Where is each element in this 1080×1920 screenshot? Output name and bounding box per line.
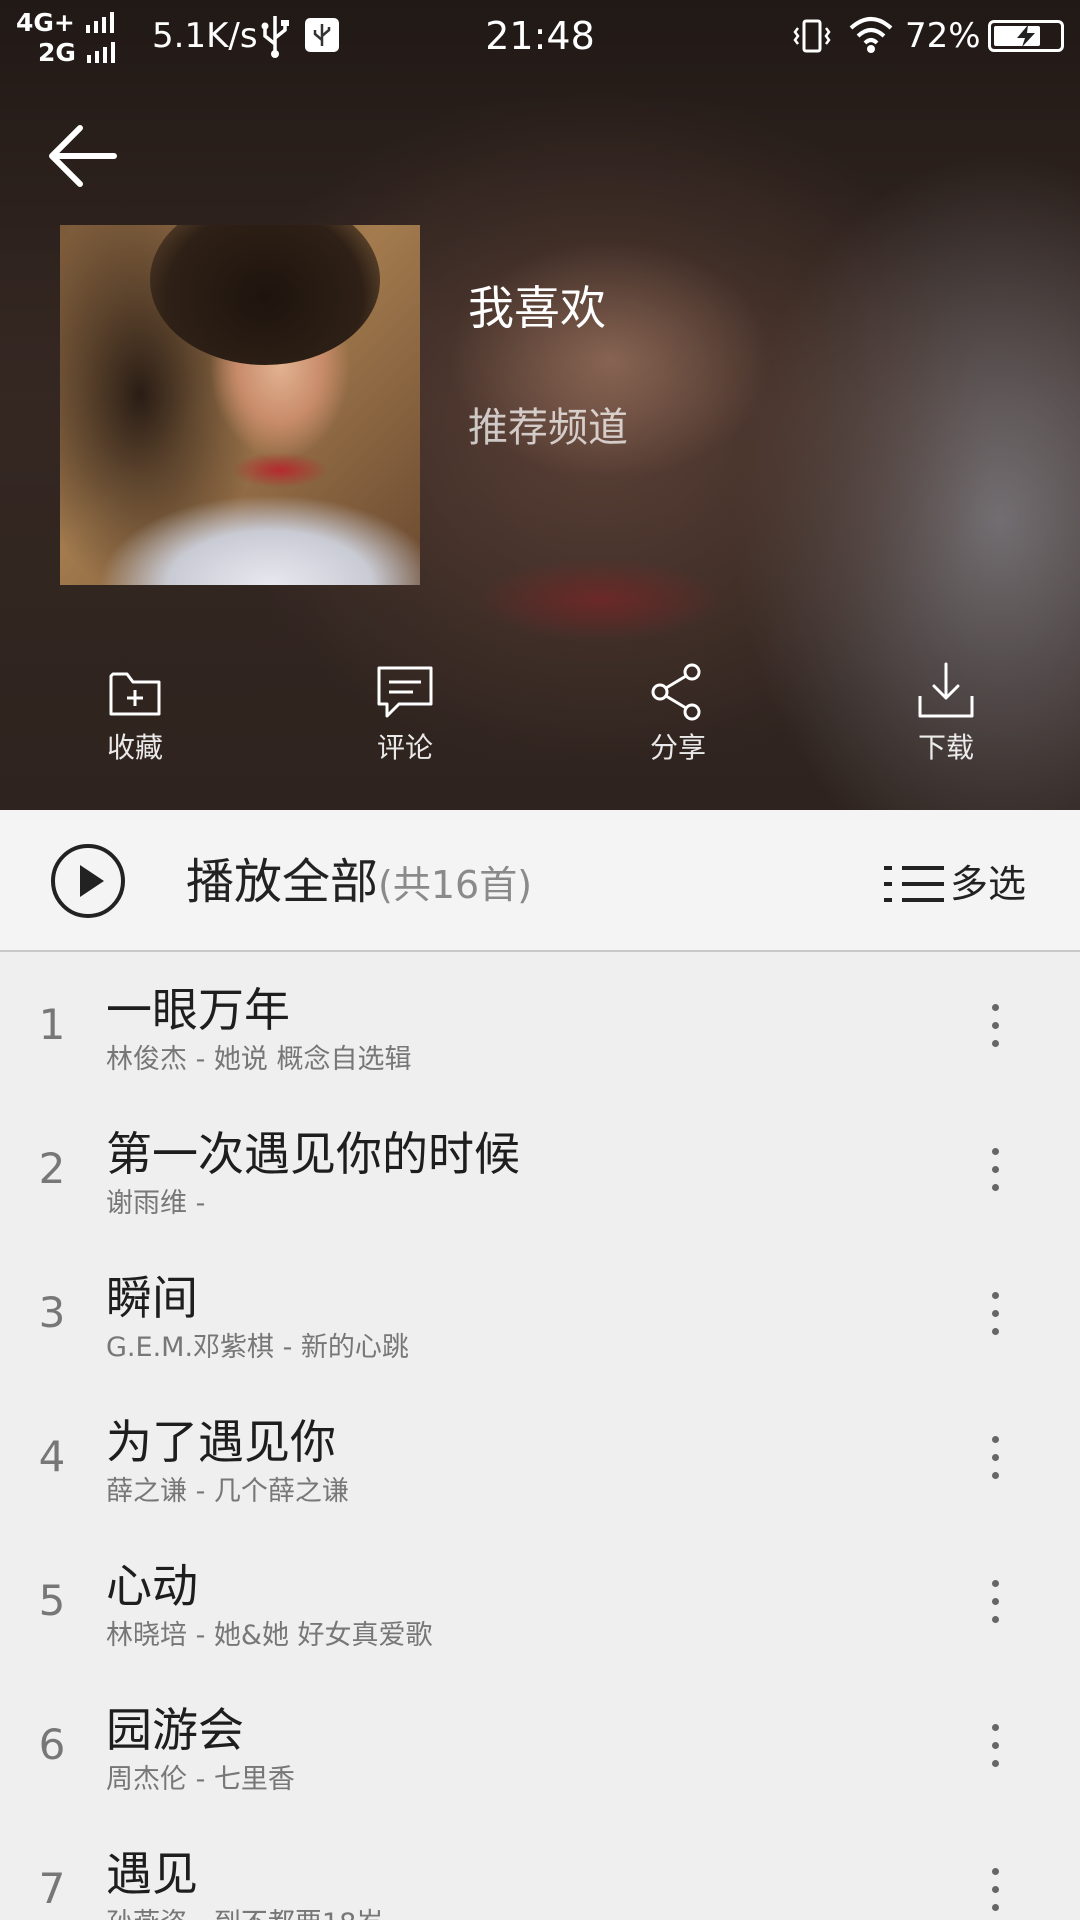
play-all-button[interactable]: 播放全部(共16首) xyxy=(186,852,532,915)
more-options-icon[interactable] xyxy=(970,1572,1020,1632)
song-row[interactable]: 7 遇见 孙燕姿 - 到不都要18岁 xyxy=(0,1816,1080,1920)
playlist-title: 我喜欢 xyxy=(468,281,606,335)
song-title: 园游会 xyxy=(106,1703,244,1757)
song-index: 2 xyxy=(38,1144,66,1193)
playlist-source[interactable]: 推荐频道 xyxy=(468,400,628,456)
wifi-icon xyxy=(849,17,893,53)
song-row[interactable]: 5 心动 林晓培 - 她&她 好女真爱歌 xyxy=(0,1528,1080,1672)
download-button[interactable]: 下载 xyxy=(876,660,1016,780)
comment-label: 评论 xyxy=(376,731,433,764)
battery-percent: 72% xyxy=(905,16,981,56)
vibrate-icon xyxy=(793,19,831,53)
song-artist-album: 周杰伦 - 七里香 xyxy=(106,1764,295,1795)
song-index: 4 xyxy=(38,1432,66,1481)
song-row[interactable]: 6 园游会 周杰伦 - 七里香 xyxy=(0,1672,1080,1816)
song-artist-album: 孙燕姿 - 到不都要18岁 xyxy=(106,1906,383,1920)
song-index: 3 xyxy=(38,1288,66,1337)
collect-label: 收藏 xyxy=(106,731,163,764)
multi-select-label: 多选 xyxy=(950,862,1027,906)
song-artist-album: G.E.M.邓紫棋 - 新的心跳 xyxy=(106,1332,409,1363)
cover-image-detail xyxy=(150,225,380,365)
network-indicator: 4G+ 2G xyxy=(16,8,119,68)
play-all-bar: 播放全部(共16首) 多选 xyxy=(0,810,1080,952)
song-title: 为了遇见你 xyxy=(106,1415,336,1469)
song-row[interactable]: 4 为了遇见你 薛之谦 - 几个薛之谦 xyxy=(0,1384,1080,1528)
clock: 21:48 xyxy=(485,14,595,58)
share-label: 分享 xyxy=(649,731,706,764)
song-title: 遇见 xyxy=(106,1847,198,1901)
share-icon xyxy=(651,663,701,721)
network-speed: 5.1K/s xyxy=(152,16,258,56)
share-button[interactable]: 分享 xyxy=(608,660,748,780)
signal-icon xyxy=(85,12,114,33)
song-list: 1 一眼万年 林俊杰 - 她说 概念自选辑 2 第一次遇见你的时候 谢雨维 - … xyxy=(0,952,1080,1920)
download-icon xyxy=(918,662,974,718)
network-top-label: 4G+ xyxy=(16,8,75,37)
list-select-icon xyxy=(884,866,944,902)
playlist-cover-image[interactable] xyxy=(60,225,420,585)
status-bar: 4G+ 2G 5.1K/s 21:48 72% xyxy=(0,0,1080,76)
network-bottom-label: 2G xyxy=(38,38,76,67)
download-label: 下载 xyxy=(917,731,974,764)
song-artist-album: 林俊杰 - 她说 概念自选辑 xyxy=(106,1044,412,1075)
song-row[interactable]: 3 瞬间 G.E.M.邓紫棋 - 新的心跳 xyxy=(0,1240,1080,1384)
song-title: 瞬间 xyxy=(106,1271,198,1325)
folder-add-icon xyxy=(109,672,161,716)
more-options-icon[interactable] xyxy=(970,1428,1020,1488)
song-title: 一眼万年 xyxy=(106,983,290,1037)
play-circle-icon[interactable] xyxy=(50,843,126,919)
song-row[interactable]: 1 一眼万年 林俊杰 - 她说 概念自选辑 xyxy=(0,952,1080,1096)
song-row[interactable]: 2 第一次遇见你的时候 谢雨维 - xyxy=(0,1096,1080,1240)
more-options-icon[interactable] xyxy=(970,1860,1020,1920)
play-all-text: 播放全部 xyxy=(186,854,379,910)
song-index: 1 xyxy=(38,1000,66,1049)
more-options-icon[interactable] xyxy=(970,1716,1020,1776)
song-count: (共16首) xyxy=(378,863,533,907)
charging-bolt-icon xyxy=(1017,25,1035,47)
comment-button[interactable]: 评论 xyxy=(335,660,475,780)
back-arrow-icon[interactable] xyxy=(44,118,124,198)
song-artist-album: 薛之谦 - 几个薛之谦 xyxy=(106,1476,349,1507)
playlist-actions: 收藏 评论 分享 下载 xyxy=(0,660,1080,780)
signal-icon xyxy=(86,42,115,63)
song-artist-album: 谢雨维 - xyxy=(106,1188,206,1219)
song-title: 第一次遇见你的时候 xyxy=(106,1127,520,1181)
more-options-icon[interactable] xyxy=(970,1140,1020,1200)
playlist-header: 4G+ 2G 5.1K/s 21:48 72% 我喜欢 推荐频道 收藏 评论 分… xyxy=(0,0,1080,810)
song-artist-album: 林晓培 - 她&她 好女真爱歌 xyxy=(106,1620,433,1651)
song-title: 心动 xyxy=(106,1559,198,1613)
usb-debug-icon xyxy=(305,18,339,52)
collect-button[interactable]: 收藏 xyxy=(65,660,205,780)
song-index: 6 xyxy=(38,1720,66,1769)
more-options-icon[interactable] xyxy=(970,1284,1020,1344)
battery-charging-icon xyxy=(988,20,1064,52)
more-options-icon[interactable] xyxy=(970,996,1020,1056)
song-index: 7 xyxy=(38,1864,66,1913)
usb-icon xyxy=(261,16,289,58)
song-index: 5 xyxy=(38,1576,66,1625)
comment-icon xyxy=(377,666,433,718)
